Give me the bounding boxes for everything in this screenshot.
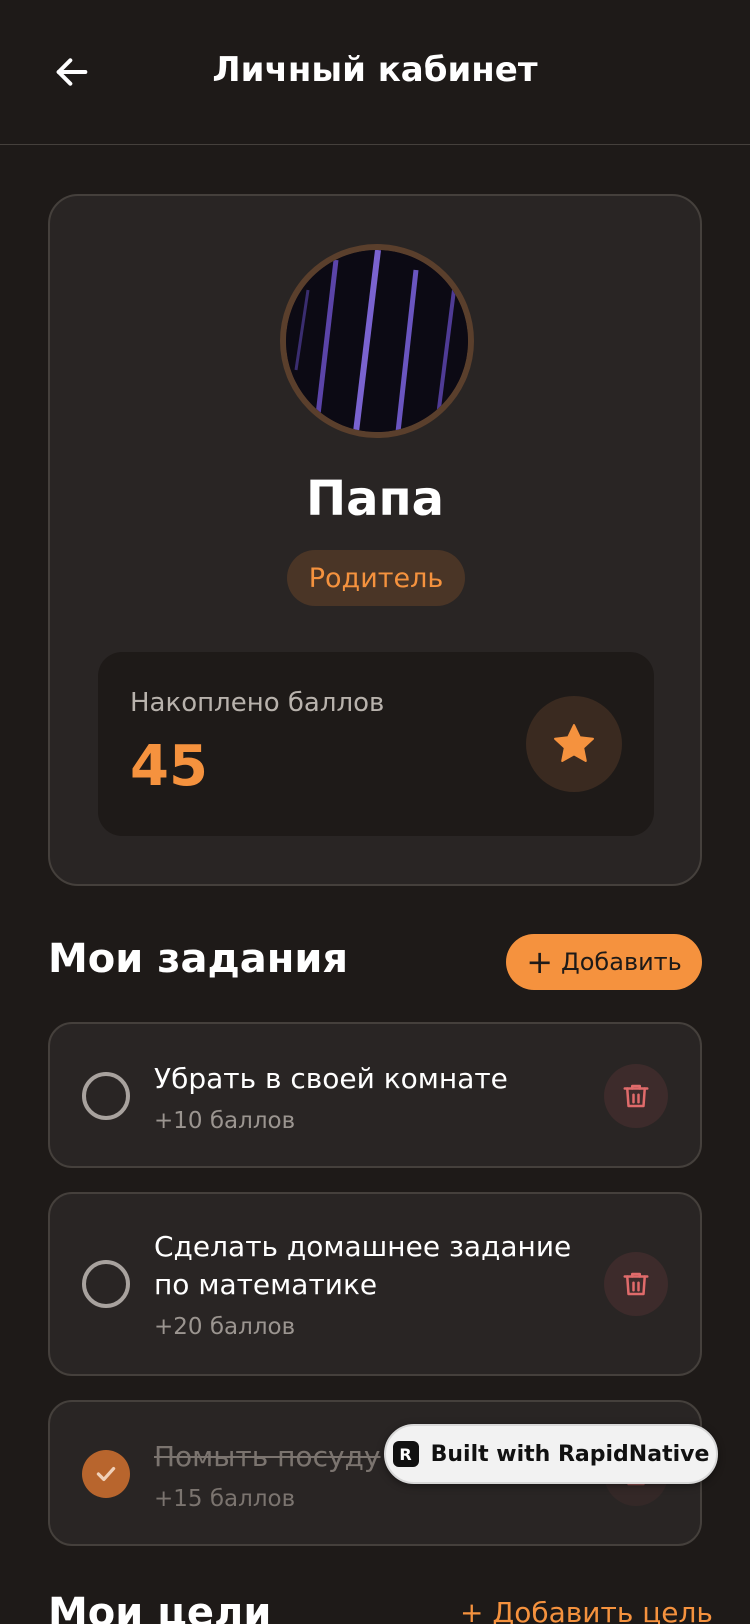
delete-task-button[interactable] — [604, 1064, 668, 1128]
check-icon — [96, 1466, 116, 1482]
top-bar: Личный кабинет — [0, 0, 750, 145]
avatar[interactable] — [280, 244, 474, 438]
task-points: +20 баллов — [154, 1314, 296, 1340]
tasks-section-title: Мои задания — [48, 936, 349, 982]
add-task-label: Добавить — [561, 948, 682, 976]
task-checkbox[interactable] — [82, 1072, 130, 1120]
trash-icon — [623, 1272, 649, 1296]
built-with-label: Built with RapidNative — [430, 1441, 710, 1467]
add-task-button[interactable]: + Добавить — [506, 934, 702, 990]
task-checkbox-checked[interactable] — [82, 1450, 130, 1498]
plus-icon: + — [460, 1596, 493, 1624]
points-label: Накоплено баллов — [130, 688, 385, 718]
task-item[interactable]: Убрать в своей комнате +10 баллов — [48, 1022, 702, 1168]
profile-card: Папа Родитель Накоплено баллов 45 — [48, 194, 702, 886]
profile-screen: Личный кабинет Папа Родитель Накоплено б… — [0, 0, 750, 1624]
delete-task-button[interactable] — [604, 1252, 668, 1316]
points-value: 45 — [130, 734, 208, 799]
task-points: +15 баллов — [154, 1486, 296, 1512]
page-title: Личный кабинет — [212, 50, 538, 90]
plus-icon: + — [526, 943, 553, 981]
trash-icon — [623, 1084, 649, 1108]
goals-section-title: Мои цели — [48, 1590, 272, 1624]
rapidnative-logo-icon: R — [392, 1441, 419, 1467]
task-checkbox[interactable] — [82, 1260, 130, 1308]
add-goal-label: Добавить цель — [492, 1596, 713, 1624]
star-badge — [526, 696, 622, 792]
points-summary: Накоплено баллов 45 — [98, 652, 654, 836]
task-title: Убрать в своей комнате — [154, 1062, 508, 1095]
task-item[interactable]: Сделать домашнее задание по математике +… — [48, 1192, 702, 1376]
profile-name: Папа — [305, 471, 445, 527]
avatar-image — [286, 250, 468, 432]
task-title: Сделать домашнее задание по математике — [154, 1230, 572, 1301]
task-points: +10 баллов — [154, 1108, 296, 1134]
built-with-badge[interactable]: R Built with RapidNative — [384, 1424, 718, 1484]
star-icon — [554, 724, 594, 762]
add-goal-button[interactable]: + Добавить цель — [460, 1596, 713, 1624]
role-badge: Родитель — [287, 550, 465, 606]
